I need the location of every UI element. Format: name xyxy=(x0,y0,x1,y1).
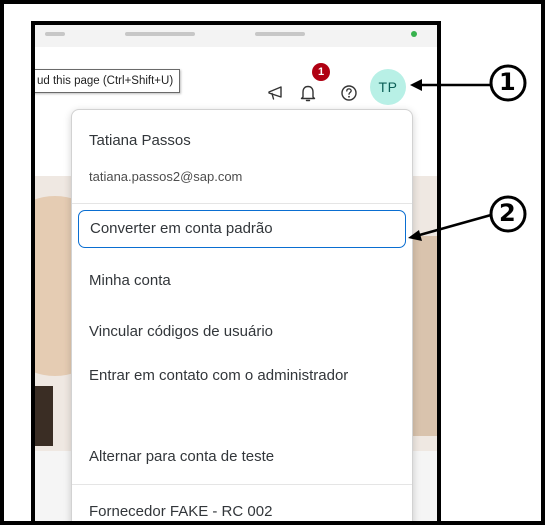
menu-item-my-account[interactable]: Minha conta xyxy=(78,262,406,300)
menu-item-supplier-account[interactable]: Fornecedor FAKE - RC 002 xyxy=(78,493,406,521)
menu-item-convert-account[interactable]: Converter em conta padrão xyxy=(78,210,406,248)
help-icon[interactable] xyxy=(338,82,360,104)
menu-item-switch-test-account[interactable]: Alternar para conta de teste xyxy=(78,438,406,476)
notification-badge: 1 xyxy=(312,63,330,81)
bell-icon[interactable] xyxy=(297,82,319,104)
divider xyxy=(72,484,412,485)
menu-item-contact-admin[interactable]: Entrar em contato com o administrador xyxy=(78,361,406,417)
avatar[interactable]: TP xyxy=(370,69,406,105)
status-dot xyxy=(411,31,417,37)
megaphone-icon[interactable] xyxy=(265,82,287,104)
divider xyxy=(72,203,412,204)
user-menu-popover: Tatiana Passos tatiana.passos2@sap.com C… xyxy=(71,109,413,521)
tooltip: ud this page (Ctrl+Shift+U) xyxy=(35,69,181,93)
user-name: Tatiana Passos xyxy=(89,132,191,149)
user-email: tatiana.passos2@sap.com xyxy=(89,169,243,184)
app-screenshot: ud this page (Ctrl+Shift+U) 1 TP Tatiana xyxy=(31,21,441,521)
browser-toolbar xyxy=(35,25,437,47)
toolbar-element xyxy=(255,32,305,36)
callout-number-2: 2 xyxy=(499,199,516,227)
annotation-frame: ud this page (Ctrl+Shift+U) 1 TP Tatiana xyxy=(0,0,545,525)
hero-shape xyxy=(35,386,53,446)
toolbar-element xyxy=(45,32,65,36)
toolbar-element xyxy=(125,32,195,36)
menu-item-link-user-ids[interactable]: Vincular códigos de usuário xyxy=(78,313,406,351)
callout-number-1: 1 xyxy=(499,68,516,96)
